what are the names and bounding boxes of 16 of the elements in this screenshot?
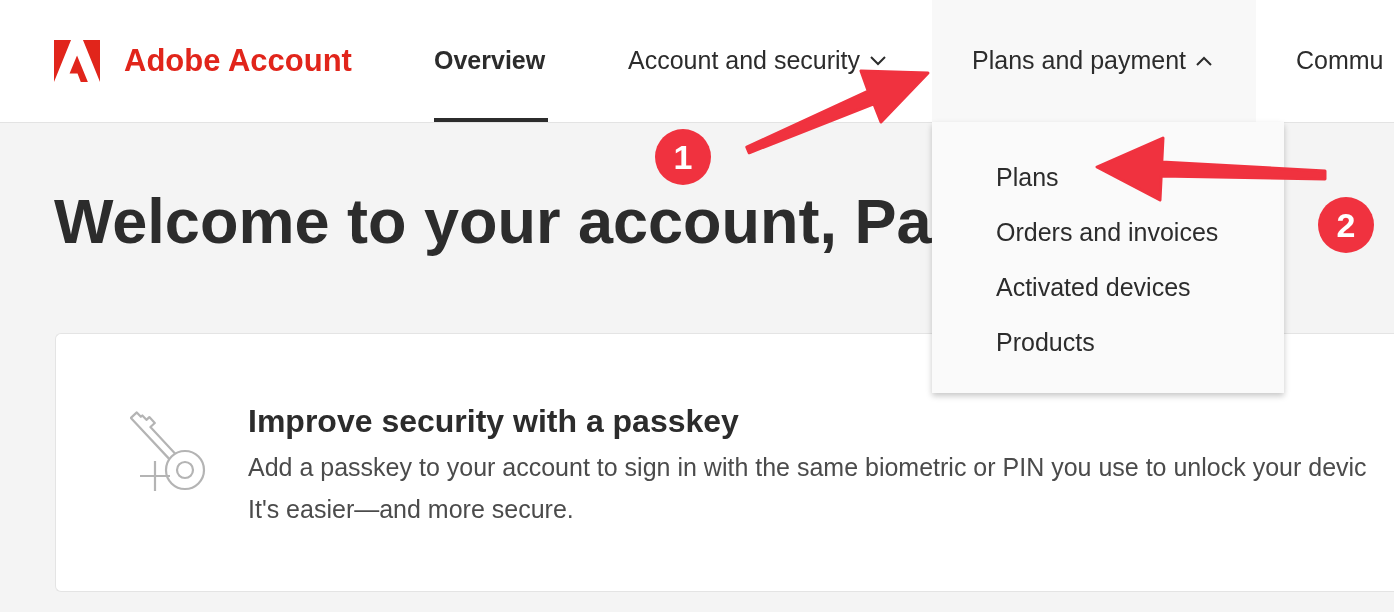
menu-item[interactable]: Products	[932, 315, 1284, 370]
key-plus-icon	[130, 411, 206, 493]
card-description: It's easier—and more secure.	[248, 494, 574, 525]
step-badge: 2	[1318, 197, 1374, 253]
menu-item[interactable]: Plans	[932, 150, 1284, 205]
chevron-up-icon	[1196, 56, 1213, 66]
page-heading: Welcome to your account, Pa	[54, 185, 932, 257]
brand-name[interactable]: Adobe Account	[124, 37, 352, 85]
card-title: Improve security with a passkey	[248, 402, 740, 441]
menu-item[interactable]: Orders and invoices	[932, 205, 1284, 260]
card-description: Add a passkey to your account to sign in with the same biometric or PIN you use to unlock your devic	[248, 452, 1367, 483]
nav-tab[interactable]: Plans and payment	[932, 0, 1256, 122]
step-badge: 1	[655, 129, 711, 185]
adobe-logo-icon[interactable]	[54, 40, 100, 82]
chevron-down-icon	[870, 56, 887, 66]
menu-item[interactable]: Activated devices	[932, 260, 1284, 315]
